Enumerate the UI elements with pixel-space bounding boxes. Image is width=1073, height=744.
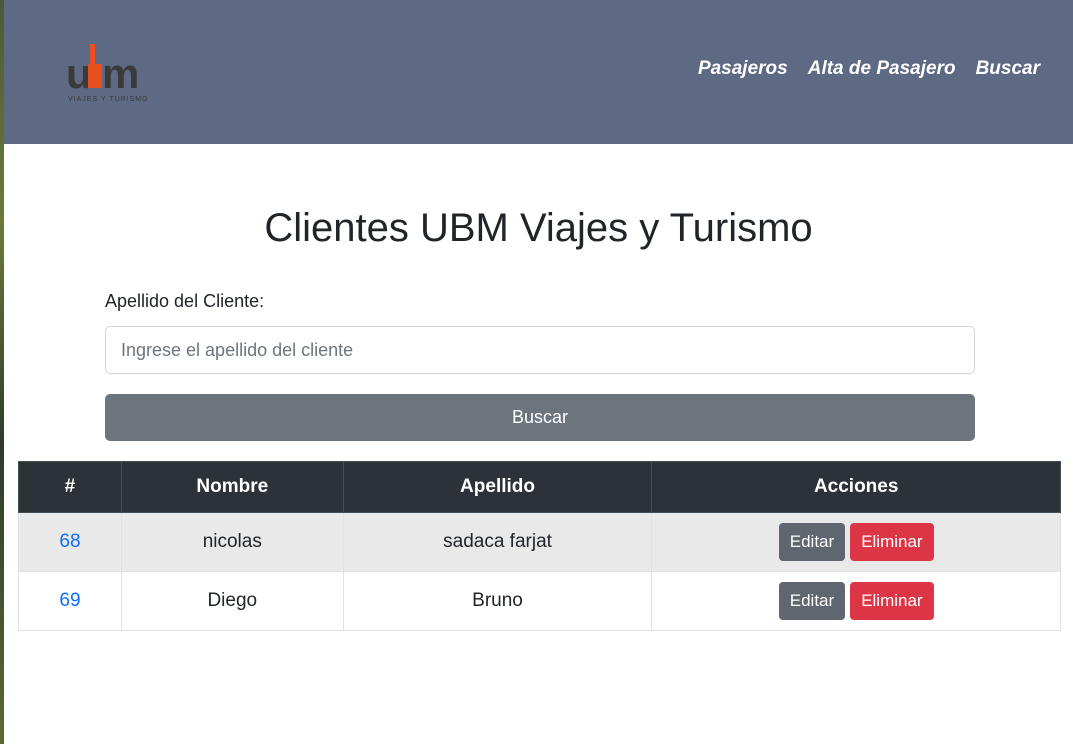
table-header-row: # Nombre Apellido Acciones [18, 461, 1061, 513]
cell-apellido: sadaca farjat [342, 512, 653, 572]
search-input[interactable] [105, 326, 975, 374]
nav-link-buscar[interactable]: Buscar [976, 58, 1040, 80]
cell-id: 68 [18, 512, 122, 572]
svg-text:m: m [102, 50, 137, 97]
column-header-nombre: Nombre [120, 461, 344, 513]
clients-table: # Nombre Apellido Acciones 68 nicolas sa… [18, 461, 1061, 631]
navbar: u m VIAJES Y TURISMO Pasajeros Alta de P… [4, 0, 1073, 144]
cell-acciones: Editar Eliminar [651, 571, 1061, 631]
svg-text:VIAJES Y TURISMO: VIAJES Y TURISMO [68, 96, 149, 103]
search-button[interactable]: Buscar [105, 394, 975, 441]
column-header-acciones: Acciones [651, 461, 1061, 513]
nav-link-pasajeros[interactable]: Pasajeros [698, 58, 788, 80]
cell-nombre: Diego [120, 571, 344, 631]
edit-button[interactable]: Editar [778, 582, 846, 620]
table-row: 68 nicolas sadaca farjat Editar Eliminar [18, 512, 1061, 572]
client-id-link[interactable]: 69 [59, 590, 80, 611]
cell-apellido: Bruno [342, 571, 653, 631]
client-id-link[interactable]: 68 [59, 531, 80, 552]
page: u m VIAJES Y TURISMO Pasajeros Alta de P… [4, 0, 1073, 744]
column-header-apellido: Apellido [342, 461, 653, 513]
cell-nombre: nicolas [120, 512, 344, 572]
page-title: Clientes UBM Viajes y Turismo [264, 206, 813, 250]
ubm-logo[interactable]: u m VIAJES Y TURISMO [66, 40, 150, 104]
nav-links: Pasajeros Alta de Pasajero Buscar [698, 58, 1040, 80]
table-row: 69 Diego Bruno Editar Eliminar [18, 571, 1061, 631]
search-label: Apellido del Cliente: [105, 291, 265, 311]
column-header-id: # [18, 461, 122, 513]
cell-acciones: Editar Eliminar [651, 512, 1061, 572]
nav-link-alta-pasajero[interactable]: Alta de Pasajero [808, 58, 956, 80]
delete-button[interactable]: Eliminar [850, 582, 934, 620]
cell-id: 69 [18, 571, 122, 631]
svg-text:u: u [66, 50, 89, 97]
delete-button[interactable]: Eliminar [850, 523, 934, 561]
edit-button[interactable]: Editar [778, 523, 846, 561]
